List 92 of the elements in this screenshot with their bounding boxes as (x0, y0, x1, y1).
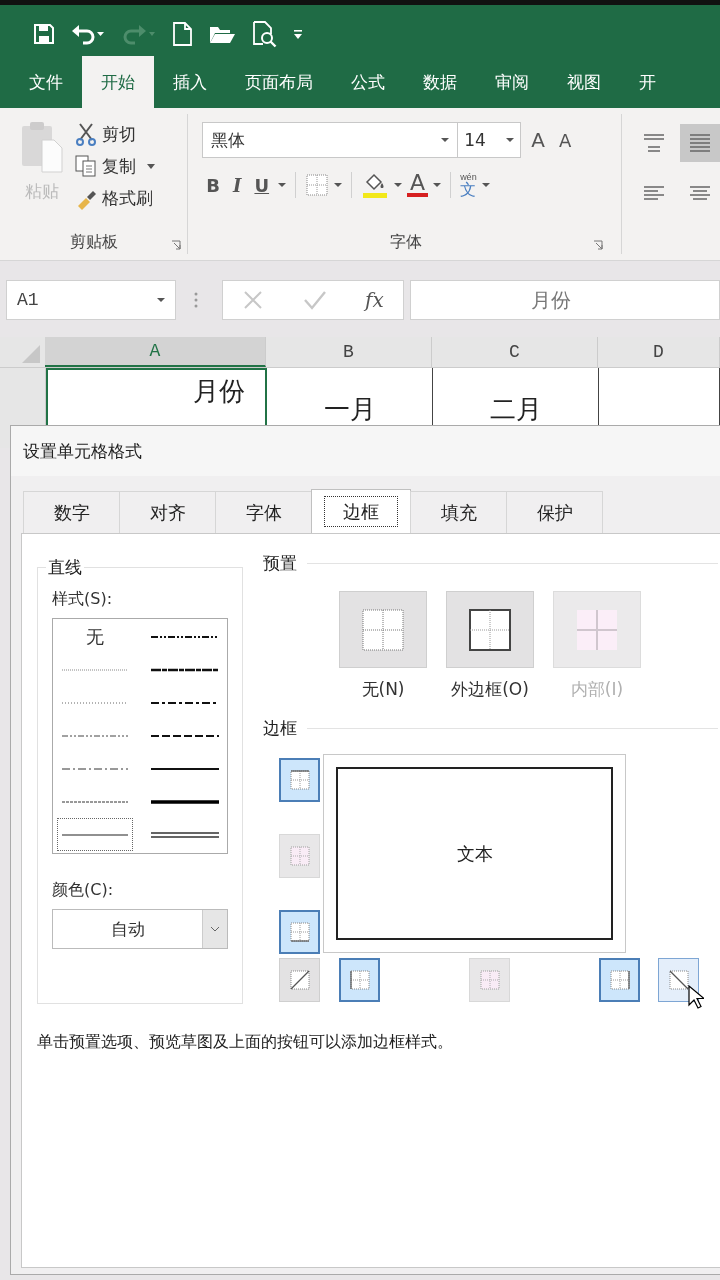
column-header[interactable]: B (266, 337, 432, 367)
grow-font-button[interactable]: A (527, 128, 549, 152)
line-style-option[interactable]: 无 (57, 621, 133, 654)
scissors-icon (74, 122, 98, 146)
line-style-icon (150, 733, 220, 739)
font-color-button[interactable]: A (407, 173, 429, 197)
ribbon-tab[interactable]: 公式 (332, 56, 404, 108)
dialog-title: 设置单元格格式 (11, 426, 720, 476)
dialog-launcher-icon[interactable] (593, 240, 603, 250)
fill-color-icon[interactable] (361, 172, 390, 198)
caret-icon[interactable] (394, 182, 403, 188)
cut-button[interactable]: 剪切 (74, 120, 156, 148)
undo-icon[interactable] (70, 22, 106, 46)
column-header[interactable]: A (45, 337, 266, 367)
align-icon (642, 133, 666, 153)
customize-caret-icon[interactable] (292, 27, 304, 41)
color-label: 颜色(C): (52, 880, 115, 901)
shrink-font-button[interactable]: A (554, 129, 576, 151)
caret-icon (146, 162, 156, 170)
align-icon (688, 183, 712, 203)
save-icon[interactable] (32, 22, 56, 46)
line-style-icon (60, 667, 130, 674)
preset-button[interactable] (446, 591, 534, 668)
ribbon-tab[interactable]: 视图 (548, 56, 620, 108)
caret-icon (157, 297, 165, 303)
section-title: 边框 (263, 717, 297, 740)
italic-button[interactable]: I (229, 174, 246, 196)
dialog-tab[interactable]: 数字 (23, 491, 120, 533)
group-label: 剪贴板 (69, 231, 118, 253)
line-style-icon (60, 733, 130, 739)
ribbon-tab[interactable]: 审阅 (476, 56, 548, 108)
dialog-launcher-icon[interactable] (171, 240, 182, 250)
font-name-field[interactable]: 黑体 (202, 122, 459, 158)
line-style-icon (150, 830, 220, 839)
font-size-field[interactable]: 14 (457, 122, 522, 158)
formula-field[interactable]: 月份 (410, 280, 720, 320)
hint-text: 单击预置选项、预览草图及上面的按钮可以添加边框样式。 (37, 1032, 454, 1053)
align-icon (688, 133, 712, 153)
line-style-icon (60, 831, 130, 838)
dialog-tab[interactable]: 填充 (410, 491, 507, 533)
line-style-list[interactable]: 无 (52, 618, 228, 854)
border-toggle-button[interactable] (279, 910, 320, 954)
column-header[interactable]: C (432, 337, 598, 367)
bold-button[interactable]: B (202, 174, 224, 196)
caret-icon[interactable] (278, 182, 287, 188)
phonetic-button[interactable]: wén 文 (460, 172, 477, 198)
preset-label: 内部(I) (570, 678, 624, 701)
preview-text: 文本 (456, 841, 493, 866)
caret-icon (441, 137, 450, 143)
line-style-icon (150, 634, 220, 641)
copy-button[interactable]: 复制 (74, 152, 156, 180)
align-button[interactable] (680, 124, 720, 162)
name-box[interactable]: A1 (6, 280, 176, 320)
ribbon-tab[interactable]: 页面布局 (226, 56, 332, 108)
ribbon-tab[interactable]: 插入 (154, 56, 226, 108)
caret-icon[interactable] (433, 182, 442, 188)
line-style-icon (60, 798, 130, 805)
group-label: 字体 (389, 231, 422, 253)
style-label: 样式(S): (52, 589, 114, 610)
line-style-icon (150, 765, 220, 772)
format-painter-button[interactable]: 格式刷 (74, 184, 156, 212)
ribbon-tab[interactable]: 数据 (404, 56, 476, 108)
line-style-icon (150, 798, 220, 805)
caret-icon (506, 137, 515, 143)
color-dropdown[interactable]: 自动 (52, 909, 228, 949)
new-document-icon[interactable] (170, 21, 194, 47)
line-style-icon (60, 765, 130, 772)
preset-label: 无(N) (361, 678, 405, 701)
column-header[interactable]: D (598, 337, 720, 367)
border-toggle-button[interactable] (339, 958, 380, 1002)
cursor-icon (688, 985, 704, 1009)
caret-icon[interactable] (481, 182, 490, 188)
border-preview[interactable]: 文本 (323, 754, 626, 953)
ribbon-tab[interactable]: 开 (620, 56, 675, 108)
line-style-icon (150, 667, 220, 674)
section-title: 预置 (263, 552, 297, 575)
underline-button[interactable]: U (250, 174, 274, 196)
print-preview-icon[interactable] (250, 20, 278, 48)
preset-label: 外边框(O) (451, 678, 529, 701)
ribbon-tab[interactable]: 文件 (10, 56, 82, 108)
dialog-tab[interactable]: 保护 (506, 491, 603, 533)
caret-icon (210, 926, 220, 932)
caret-icon[interactable] (334, 182, 343, 188)
section-title: 直线 (47, 556, 83, 579)
border-toggle-button[interactable] (599, 958, 640, 1002)
grip-icon (194, 292, 198, 308)
align-icon (642, 183, 666, 203)
ribbon-tab[interactable]: 开始 (82, 56, 154, 108)
insert-function-button[interactable]: fx (365, 288, 384, 312)
border-toggle-button[interactable] (279, 758, 320, 802)
copy-icon (74, 154, 98, 178)
dialog-tab[interactable]: 边框 (311, 489, 411, 533)
